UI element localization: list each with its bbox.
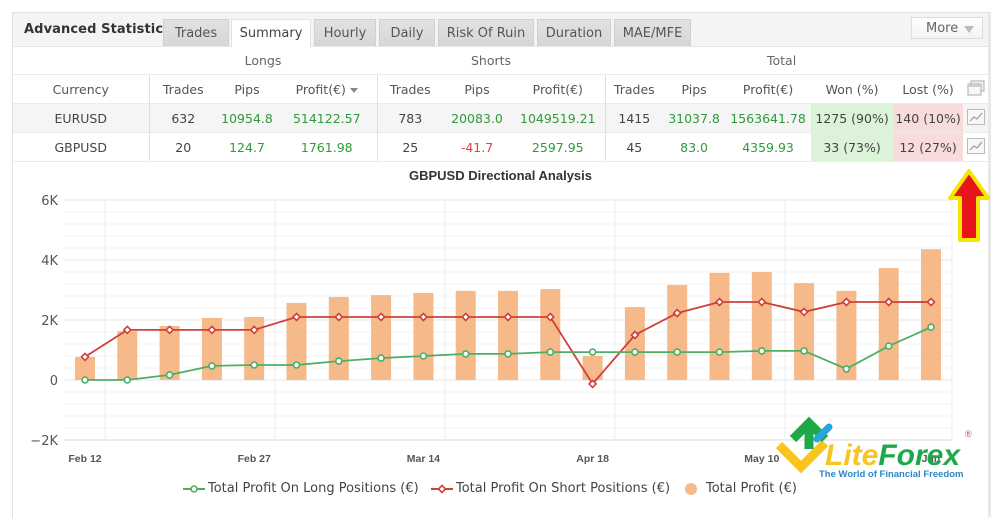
logo-brand-text: LiteForex [825, 439, 961, 472]
legend-total-label: Total Profit (€) [706, 481, 797, 496]
total-profit-bar [371, 295, 392, 380]
long-profit-point [546, 348, 555, 356]
legend-short-positions[interactable]: Total Profit On Short Positions (€) [431, 481, 670, 496]
y-tick-label: 2K [41, 314, 58, 329]
legend-long-marker-icon [183, 484, 205, 493]
red-up-arrow-icon [948, 169, 990, 242]
long-profit-point [757, 347, 766, 355]
total-profit-bar [878, 268, 899, 380]
long-profit-point [419, 352, 428, 360]
y-tick-label: 0 [50, 374, 58, 389]
total-profit-bar [328, 296, 349, 380]
long-profit-point [884, 342, 893, 350]
long-profit-point [631, 348, 639, 356]
total-profit-bar [413, 293, 434, 380]
y-axis-labels: −2K 0 2K 4K 6K [30, 194, 58, 449]
total-profit-bar [540, 289, 561, 380]
long-profit-point [377, 354, 385, 362]
x-tick-label: Mar 14 [407, 453, 440, 465]
total-profit-bar [667, 284, 688, 380]
long-profit-point [334, 357, 343, 365]
y-tick-label: 6K [41, 194, 58, 209]
long-profit-point [673, 348, 682, 356]
legend-short-label: Total Profit On Short Positions (€) [456, 481, 671, 496]
x-tick-label: Apr 18 [576, 453, 609, 465]
y-tick-label: 4K [41, 254, 58, 269]
legend-total-marker-icon [685, 482, 697, 495]
logo-tagline: The World of Financial Freedom [819, 469, 963, 480]
legend-long-label: Total Profit On Long Positions (€) [208, 481, 419, 496]
long-profit-point [81, 376, 89, 384]
registered-mark: ® [965, 429, 972, 439]
total-profit-bar [921, 249, 941, 380]
long-profit-point [461, 350, 470, 358]
y-tick-label: −2K [30, 434, 58, 449]
long-profit-point [842, 365, 851, 373]
long-profit-point [800, 347, 808, 355]
long-profit-point [208, 362, 216, 370]
total-profit-bar [794, 283, 815, 380]
long-profit-point [292, 361, 301, 369]
x-tick-label: Feb 12 [68, 453, 101, 465]
total-profit-bar [498, 290, 518, 380]
long-profit-point [927, 323, 935, 331]
total-profit-bar [455, 290, 476, 380]
long-profit-point [165, 371, 174, 379]
total-profit-bar [751, 272, 772, 380]
legend-total-profit[interactable]: Total Profit (€) [684, 481, 797, 496]
long-profit-point [504, 350, 512, 358]
legend-short-marker-icon [431, 483, 453, 494]
total-profit-bar [117, 331, 138, 380]
total-profit-bar [709, 272, 730, 380]
liteforex-logo: LiteForex ® The World of Financial Freed… [775, 416, 972, 480]
liteforex-logo-icon [775, 416, 833, 474]
long-profit-point [588, 348, 597, 356]
long-profit-point [123, 376, 132, 384]
x-tick-label: Feb 27 [238, 453, 271, 465]
legend-long-positions[interactable]: Total Profit On Long Positions (€) [183, 481, 419, 496]
long-profit-point [715, 348, 724, 356]
long-profit-point [250, 361, 258, 369]
